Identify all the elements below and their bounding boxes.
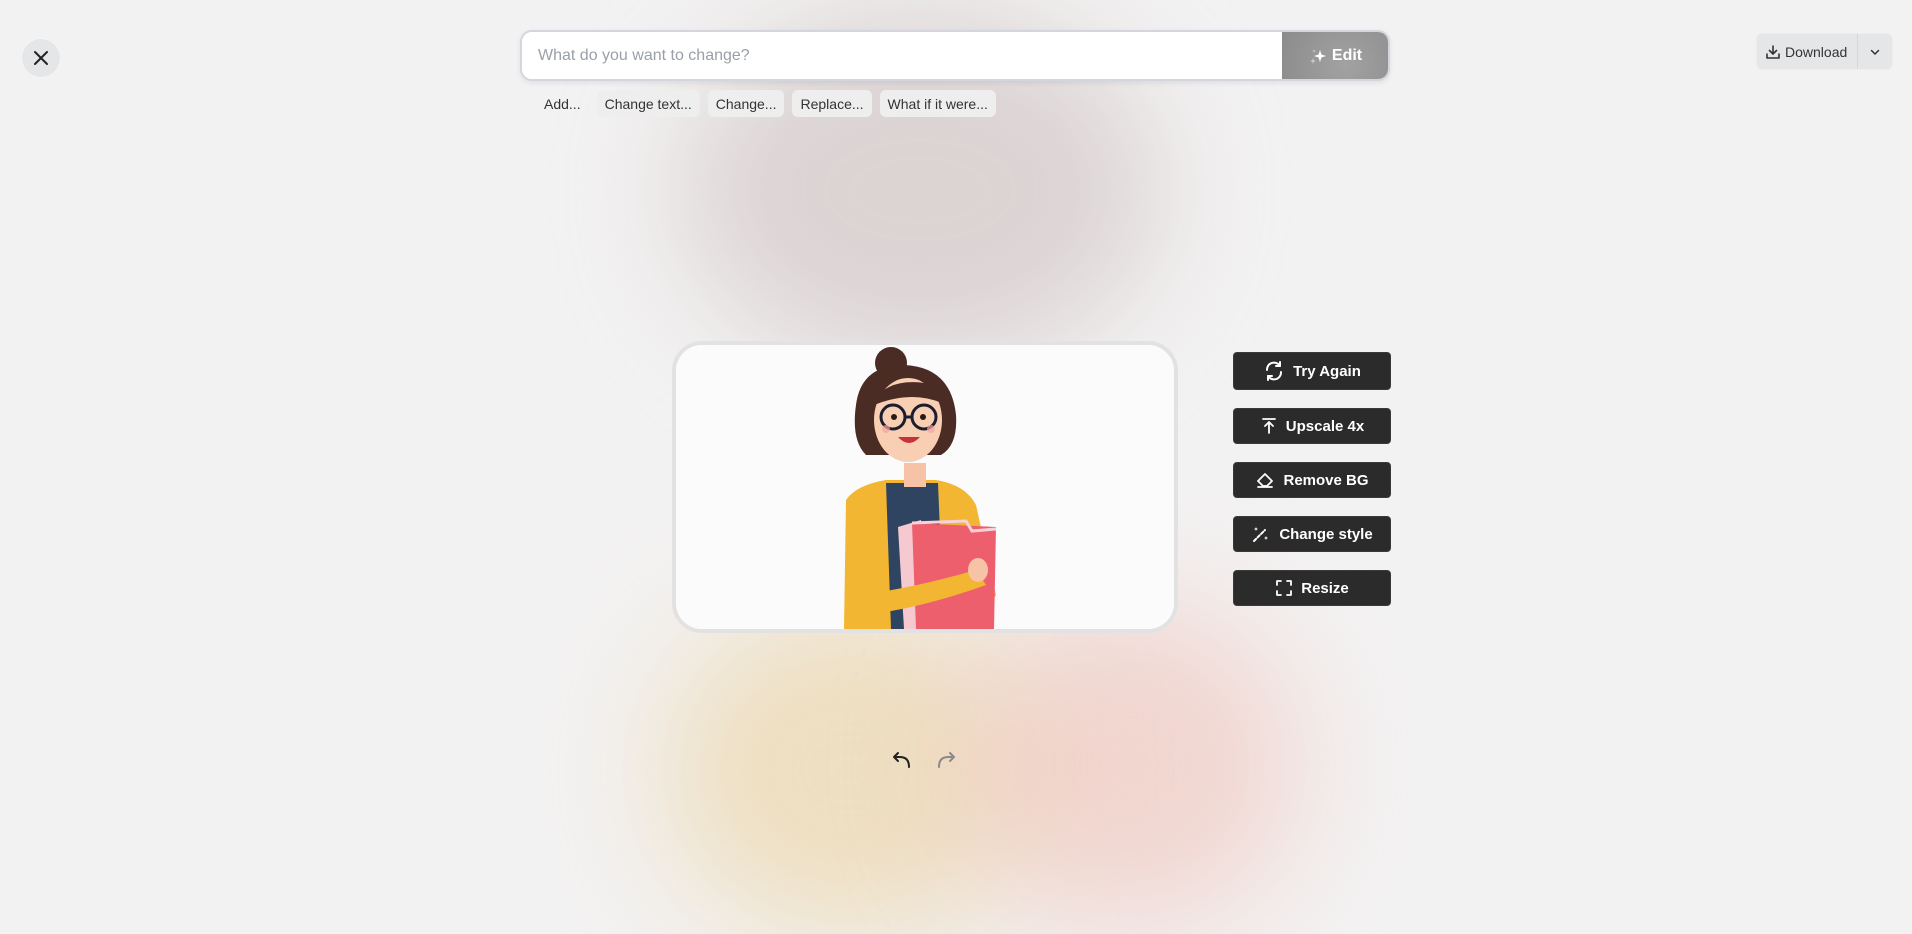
upscale-icon	[1261, 418, 1276, 434]
edit-label: Edit	[1331, 46, 1363, 64]
download-icon	[1766, 44, 1780, 59]
redo-button[interactable]	[934, 748, 958, 772]
download-button[interactable]: Download	[1757, 34, 1859, 69]
resize-label: Resize	[1301, 579, 1349, 597]
close-icon	[34, 51, 48, 65]
background-blur	[960, 600, 1300, 930]
undo-icon	[893, 752, 910, 768]
resize-icon	[1276, 580, 1293, 596]
remove-bg-button[interactable]: Remove BG	[1233, 462, 1391, 498]
background-blur	[660, 600, 1040, 934]
download-menu-button[interactable]	[1858, 34, 1892, 69]
suggestion-replace[interactable]: Replace...	[792, 90, 872, 117]
prompt-bar: Edit	[520, 30, 1390, 81]
action-panel: Try Again Upscale 4x Remove BG Change st…	[1233, 352, 1391, 606]
redo-icon	[938, 752, 955, 768]
sparkle-icon	[1309, 48, 1326, 64]
change-style-button[interactable]: Change style	[1233, 516, 1391, 552]
change-style-label: Change style	[1279, 525, 1373, 543]
try-again-label: Try Again	[1293, 362, 1361, 380]
suggestion-chips: Add... Change text... Change... Replace.…	[536, 90, 996, 117]
edit-button[interactable]: Edit	[1282, 32, 1388, 79]
refresh-icon	[1266, 361, 1283, 381]
prompt-input[interactable]	[522, 32, 1282, 79]
suggestion-add[interactable]: Add...	[536, 90, 589, 117]
resize-button[interactable]: Resize	[1233, 570, 1391, 606]
download-label: Download	[1785, 43, 1848, 60]
remove-bg-label: Remove BG	[1283, 471, 1369, 489]
upscale-label: Upscale 4x	[1285, 417, 1365, 435]
chevron-down-icon	[1871, 49, 1880, 55]
download-group: Download	[1756, 33, 1894, 70]
magic-wand-icon	[1253, 527, 1269, 542]
try-again-button[interactable]: Try Again	[1233, 352, 1391, 390]
undo-button[interactable]	[890, 748, 914, 772]
eraser-icon	[1257, 473, 1274, 488]
suggestion-change-text[interactable]: Change text...	[596, 90, 700, 117]
generated-image	[676, 345, 1174, 629]
image-canvas[interactable]	[672, 341, 1178, 633]
suggestion-what-if[interactable]: What if it were...	[879, 90, 996, 117]
upscale-button[interactable]: Upscale 4x	[1233, 408, 1391, 444]
suggestion-change[interactable]: Change...	[707, 90, 785, 117]
history-controls	[890, 748, 958, 772]
close-button[interactable]	[21, 38, 61, 78]
